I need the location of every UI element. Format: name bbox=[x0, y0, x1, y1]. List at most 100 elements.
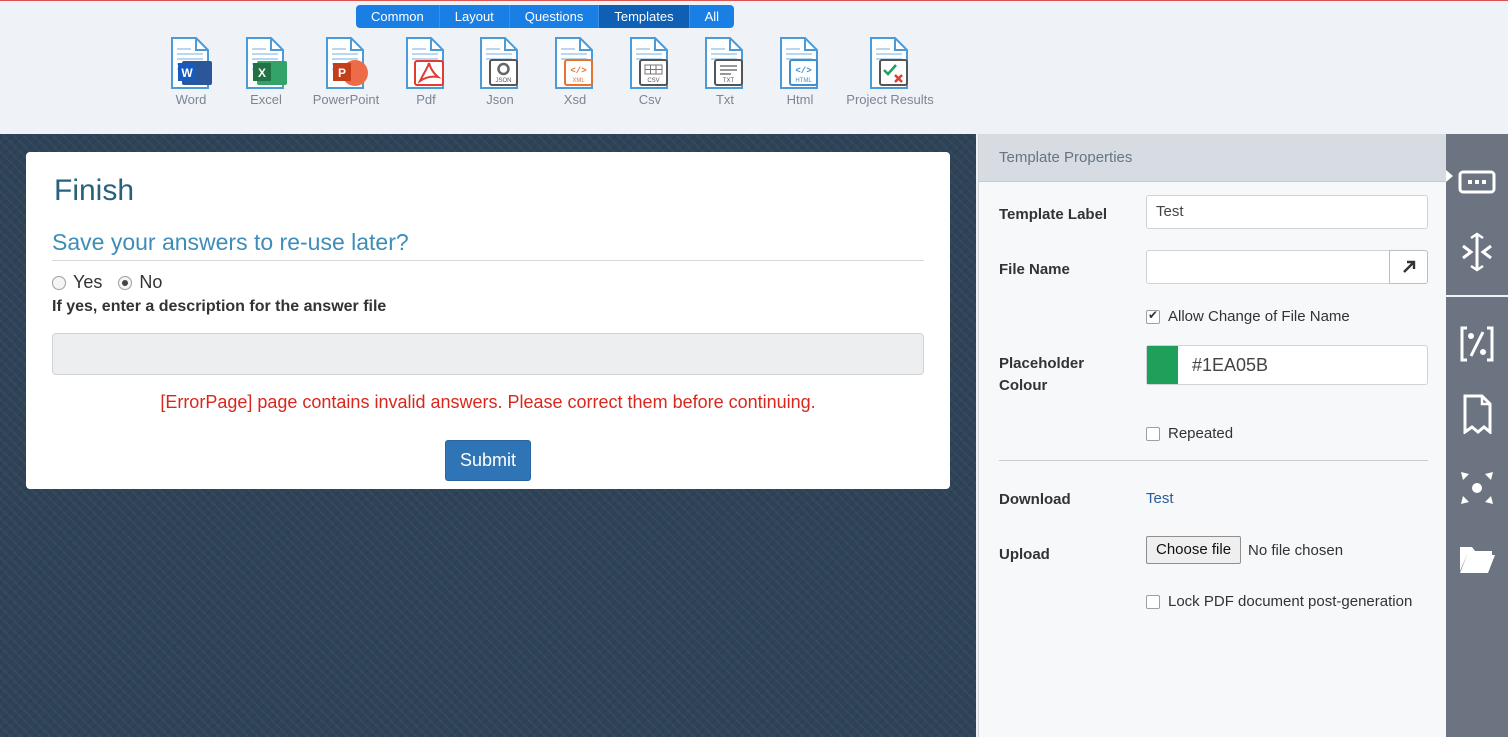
svg-text:</>: </> bbox=[795, 66, 811, 76]
checkbox-label: Lock PDF document post-generation bbox=[1168, 593, 1413, 610]
toolbar-item-powerpoint[interactable]: P PowerPoint bbox=[306, 37, 386, 107]
json-doc-icon: JSON bbox=[480, 37, 518, 89]
upload-label: Upload bbox=[999, 546, 1050, 563]
template-label-input[interactable]: Test bbox=[1146, 195, 1428, 229]
svg-text:HTML: HTML bbox=[795, 78, 812, 84]
radio-label: No bbox=[139, 272, 163, 292]
download-link[interactable]: Test bbox=[1146, 490, 1174, 507]
choose-file-button[interactable]: Choose file bbox=[1146, 536, 1242, 564]
tab-layout[interactable]: Layout bbox=[438, 5, 509, 28]
radio-no[interactable]: No bbox=[118, 272, 162, 293]
page-title: Finish bbox=[54, 174, 135, 207]
svg-text:</>: </> bbox=[570, 66, 586, 76]
description-label: If yes, enter a description for the answ… bbox=[52, 298, 387, 315]
svg-text:CSV: CSV bbox=[647, 78, 659, 84]
svg-text:XML: XML bbox=[572, 78, 585, 84]
tab-templates[interactable]: Templates bbox=[598, 5, 689, 28]
file-name-browse-button[interactable] bbox=[1389, 250, 1428, 284]
radio-button[interactable] bbox=[52, 275, 66, 290]
error-message: [ErrorPage] page contains invalid answer… bbox=[160, 392, 816, 412]
rail-button-split[interactable] bbox=[1446, 224, 1508, 280]
svg-text:P: P bbox=[338, 66, 346, 80]
checkbox-label: Repeated bbox=[1168, 425, 1234, 442]
toolbar: Common Layout Questions Templates All W … bbox=[0, 0, 1508, 134]
excel-doc-icon: X bbox=[246, 37, 287, 89]
toolbar-item-json[interactable]: JSON Json bbox=[460, 37, 540, 107]
toolbox-tabs: Common Layout Questions Templates All bbox=[356, 5, 735, 28]
toolbar-item-label: Project Results bbox=[846, 92, 934, 107]
tab-common[interactable]: Common bbox=[356, 5, 439, 28]
expand-icon bbox=[1461, 472, 1493, 504]
word-doc-icon: W bbox=[171, 37, 212, 89]
html-doc-icon: </> HTML bbox=[780, 37, 818, 89]
radio-button[interactable] bbox=[118, 275, 133, 290]
toolbar-item-excel[interactable]: X Excel bbox=[226, 37, 306, 107]
description-input[interactable] bbox=[52, 333, 924, 375]
colour-hex-value[interactable]: #1EA05B bbox=[1192, 355, 1268, 376]
repeated-checkbox[interactable]: Repeated bbox=[1146, 425, 1233, 442]
rail-button-expand[interactable] bbox=[1446, 460, 1508, 516]
toolbar-item-word[interactable]: W Word bbox=[151, 37, 231, 107]
panel-header: Template Properties bbox=[979, 134, 1446, 182]
right-icon-rail bbox=[1446, 134, 1508, 737]
document-bookmark-icon bbox=[1463, 394, 1492, 434]
download-label: Download bbox=[999, 491, 1071, 508]
page-card[interactable]: Finish Save your answers to re-use later… bbox=[26, 152, 950, 489]
template-label-label: Template Label bbox=[999, 206, 1108, 223]
allow-change-checkbox[interactable]: Allow Change of File Name bbox=[1146, 308, 1350, 325]
checkbox[interactable] bbox=[1146, 308, 1160, 324]
toolbar-item-label: Txt bbox=[715, 92, 735, 107]
toolbar-item-label: Excel bbox=[250, 92, 282, 107]
svg-text:X: X bbox=[258, 66, 266, 80]
rail-divider bbox=[1446, 295, 1508, 297]
rail-button-dialog[interactable] bbox=[1446, 154, 1508, 210]
radio-yes[interactable]: Yes bbox=[52, 272, 102, 293]
toolbar-item-csv[interactable]: CSV Csv bbox=[610, 37, 690, 107]
placeholder-colour-picker[interactable]: #1EA05B bbox=[1146, 345, 1428, 385]
toolbar-item-project-results[interactable]: Project Results bbox=[845, 37, 935, 107]
code-percent-icon bbox=[1460, 326, 1494, 362]
colour-swatch[interactable] bbox=[1147, 346, 1178, 384]
lock-pdf-checkbox[interactable]: Lock PDF document post-generation bbox=[1146, 593, 1412, 610]
checkbox[interactable] bbox=[1146, 426, 1160, 441]
rail-button-folder[interactable] bbox=[1446, 530, 1508, 586]
tab-all[interactable]: All bbox=[688, 5, 734, 28]
svg-text:TXT: TXT bbox=[723, 78, 735, 84]
tab-questions[interactable]: Questions bbox=[508, 5, 599, 28]
toolbar-item-html[interactable]: </> HTML Html bbox=[760, 37, 840, 107]
toolbar-item-label: Csv bbox=[638, 92, 662, 107]
save-answers-radio-group: Yes No bbox=[52, 272, 162, 293]
project-results-doc-icon bbox=[870, 37, 908, 89]
file-name-label: File Name bbox=[999, 261, 1070, 278]
dialog-icon bbox=[1458, 170, 1496, 194]
rail-button-document[interactable] bbox=[1446, 386, 1508, 442]
file-status: No file chosen bbox=[1248, 542, 1344, 559]
split-icon bbox=[1462, 232, 1492, 272]
svg-text:JSON: JSON bbox=[495, 78, 511, 84]
toolbar-item-label: Json bbox=[486, 92, 514, 107]
placeholder-colour-label: Placeholder Colour bbox=[999, 355, 1085, 394]
pdf-doc-icon bbox=[406, 37, 444, 89]
toolbar-item-txt[interactable]: TXT Txt bbox=[685, 37, 765, 107]
submit-button[interactable]: Submit bbox=[445, 440, 531, 481]
powerpoint-doc-icon: P bbox=[326, 37, 368, 89]
csv-doc-icon: CSV bbox=[630, 37, 668, 89]
toolbar-item-label: Pdf bbox=[416, 92, 436, 107]
txt-doc-icon: TXT bbox=[705, 37, 743, 89]
toolbar-item-xsd[interactable]: </> XML Xsd bbox=[535, 37, 615, 107]
divider bbox=[999, 460, 1428, 461]
xsd-doc-icon: </> XML bbox=[555, 37, 593, 89]
checkbox-label: Allow Change of File Name bbox=[1168, 308, 1350, 325]
toolbar-item-label: Xsd bbox=[563, 92, 587, 107]
svg-text:W: W bbox=[181, 66, 193, 80]
question-heading: Save your answers to re-use later? bbox=[52, 229, 924, 261]
checkbox[interactable] bbox=[1146, 594, 1160, 609]
toolbar-item-pdf[interactable]: Pdf bbox=[386, 37, 466, 107]
file-name-input[interactable] bbox=[1146, 250, 1390, 284]
toolbar-item-label: PowerPoint bbox=[312, 92, 380, 107]
toolbar-item-label: Word bbox=[175, 92, 207, 107]
template-properties-panel: Template Properties Template Label Test … bbox=[978, 134, 1446, 737]
design-canvas: Finish Save your answers to re-use later… bbox=[0, 134, 976, 737]
rail-button-code[interactable] bbox=[1446, 316, 1508, 372]
toolbar-item-label: Html bbox=[786, 92, 814, 107]
